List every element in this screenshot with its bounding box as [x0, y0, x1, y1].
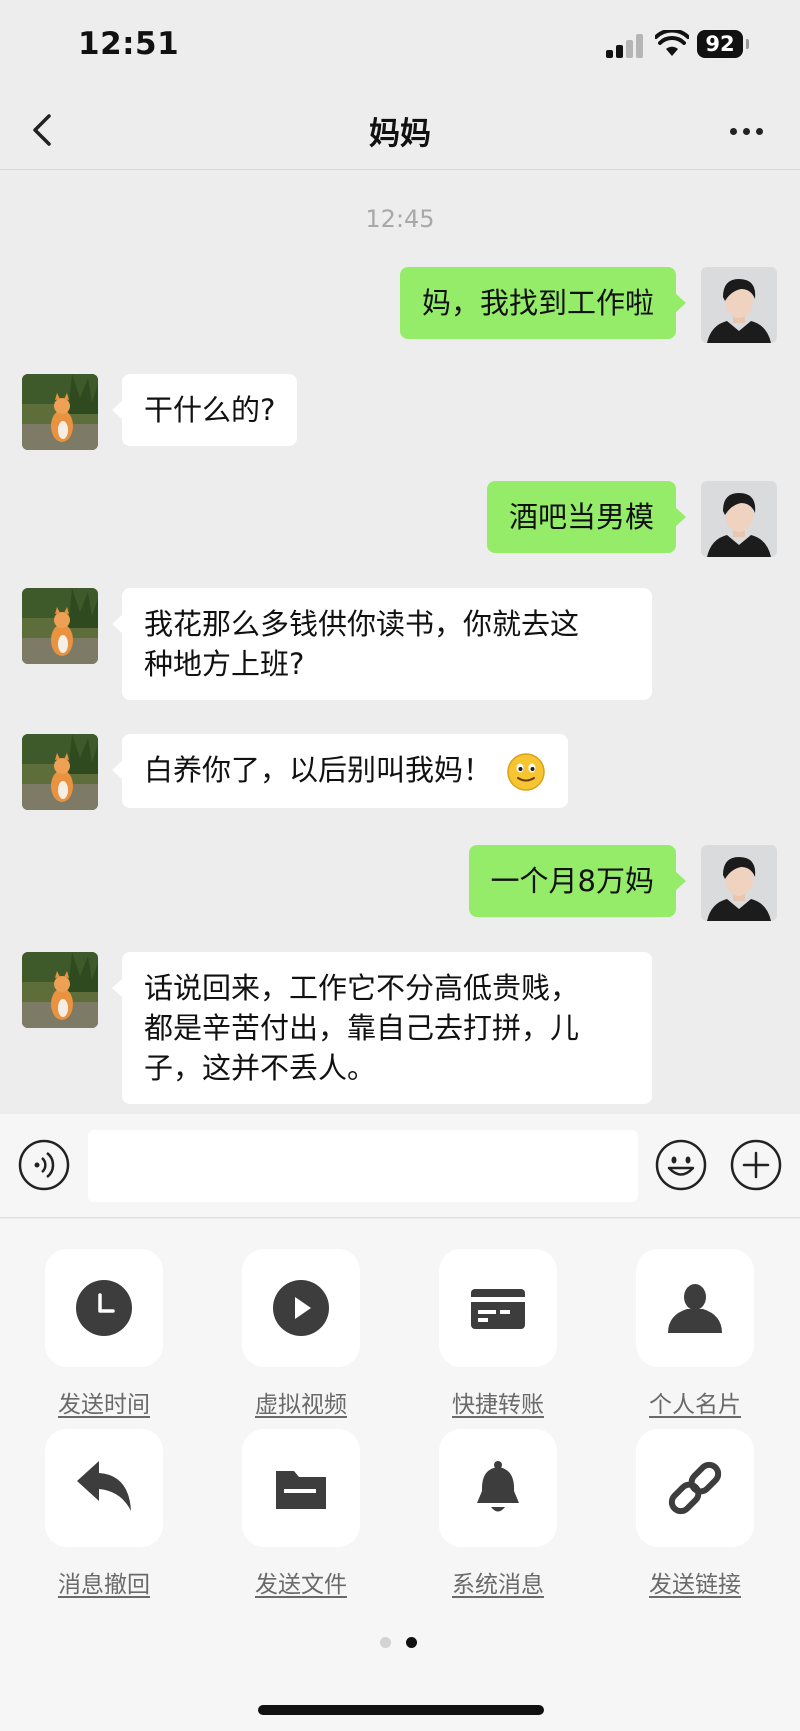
tool-send-link[interactable]: 发送链接 [625, 1429, 765, 1599]
home-indicator[interactable] [258, 1705, 544, 1715]
page-dot-active [406, 1637, 417, 1648]
emoji-icon [655, 1139, 707, 1191]
folder-icon [276, 1471, 326, 1509]
tool-virtual-video[interactable]: 虚拟视频 [231, 1249, 371, 1419]
play-icon [273, 1280, 329, 1336]
card-icon [471, 1289, 525, 1329]
tool-recall-message[interactable]: 消息撤回 [34, 1429, 174, 1599]
chat-title: 妈妈 [369, 116, 431, 152]
person-icon [668, 1284, 722, 1333]
message-list[interactable]: 12:45 妈，我找到工作啦 干什么的? 酒吧当男模 我花那么多钱供你读书，你就… [0, 171, 800, 1114]
tool-business-card[interactable]: 个人名片 [625, 1249, 765, 1419]
message-bubble-received[interactable]: 干什么的? [111, 374, 298, 446]
plus-icon [730, 1139, 782, 1191]
smiling-face-emoji-icon [507, 753, 545, 791]
tool-label: 虚拟视频 [255, 1392, 347, 1418]
wifi-icon [655, 30, 689, 56]
input-bar [0, 1114, 800, 1218]
cellular-signal-icon [606, 34, 644, 58]
voice-icon [18, 1139, 70, 1191]
message-bubble-sent[interactable]: 妈，我找到工作啦 [399, 267, 687, 339]
message-bubble-received[interactable]: 我花那么多钱供你读书，你就去这 种地方上班? [112, 588, 652, 700]
message-bubble-sent[interactable]: 酒吧当男模 [486, 481, 687, 553]
message-line: 我花那么多钱供你读书，你就去这 [144, 607, 580, 641]
tool-quick-transfer[interactable]: 快捷转账 [428, 1249, 568, 1419]
my-avatar[interactable] [701, 845, 777, 921]
tool-label: 消息撤回 [58, 1572, 150, 1598]
message-timestamp: 12:45 [365, 205, 435, 233]
message-line: 都是辛苦付出，靠自己去打拼，儿 [144, 1011, 580, 1045]
my-avatar[interactable] [701, 267, 777, 343]
status-time: 12:51 [78, 26, 180, 62]
contact-avatar[interactable] [22, 588, 98, 664]
clock-icon [76, 1280, 132, 1336]
tool-send-file[interactable]: 发送文件 [231, 1429, 371, 1599]
tool-send-time[interactable]: 发送时间 [34, 1249, 174, 1419]
my-avatar[interactable] [701, 481, 777, 557]
message-text: 白养你了，以后别叫我妈！ [144, 753, 493, 787]
voice-button[interactable] [18, 1139, 70, 1191]
contact-avatar[interactable] [22, 734, 98, 810]
battery-indicator: 92 [697, 30, 749, 58]
status-bar: 12:51 92 [0, 0, 800, 90]
bell-icon [477, 1461, 519, 1512]
message-line: 种地方上班? [144, 647, 305, 681]
message-input[interactable] [88, 1130, 638, 1202]
page-indicator [380, 1637, 420, 1649]
link-icon [668, 1461, 722, 1515]
tool-label: 快捷转账 [452, 1392, 544, 1418]
undo-icon [77, 1461, 131, 1511]
tool-label: 系统消息 [452, 1572, 544, 1598]
contact-avatar[interactable] [22, 374, 98, 450]
message-bubble-sent[interactable]: 一个月8万妈 [468, 845, 687, 917]
message-line: 话说回来，工作它不分高低贵贱， [144, 971, 580, 1005]
message-bubble-received[interactable]: 白养你了，以后别叫我妈！ [111, 734, 569, 808]
tool-system-message[interactable]: 系统消息 [428, 1429, 568, 1599]
tool-label: 发送链接 [649, 1572, 741, 1598]
tool-label: 发送时间 [58, 1392, 150, 1418]
tool-label: 发送文件 [255, 1572, 347, 1598]
more-functions-button[interactable] [730, 1139, 782, 1191]
message-line: 子，这并不丢人。 [144, 1051, 377, 1085]
chat-header: 妈妈 [0, 90, 800, 170]
more-button[interactable] [724, 114, 768, 148]
contact-avatar[interactable] [22, 952, 98, 1028]
tool-label: 个人名片 [649, 1392, 741, 1418]
function-panel: 发送时间 虚拟视频 快捷转账 个人名片 消息撤回 发送文件 系统消息 发送链接 [0, 1219, 800, 1731]
page-dot [380, 1637, 391, 1648]
message-bubble-received[interactable]: 话说回来，工作它不分高低贵贱， 都是辛苦付出，靠自己去打拼，儿 子，这并不丢人。 [112, 952, 652, 1104]
emoji-button[interactable] [655, 1139, 707, 1191]
